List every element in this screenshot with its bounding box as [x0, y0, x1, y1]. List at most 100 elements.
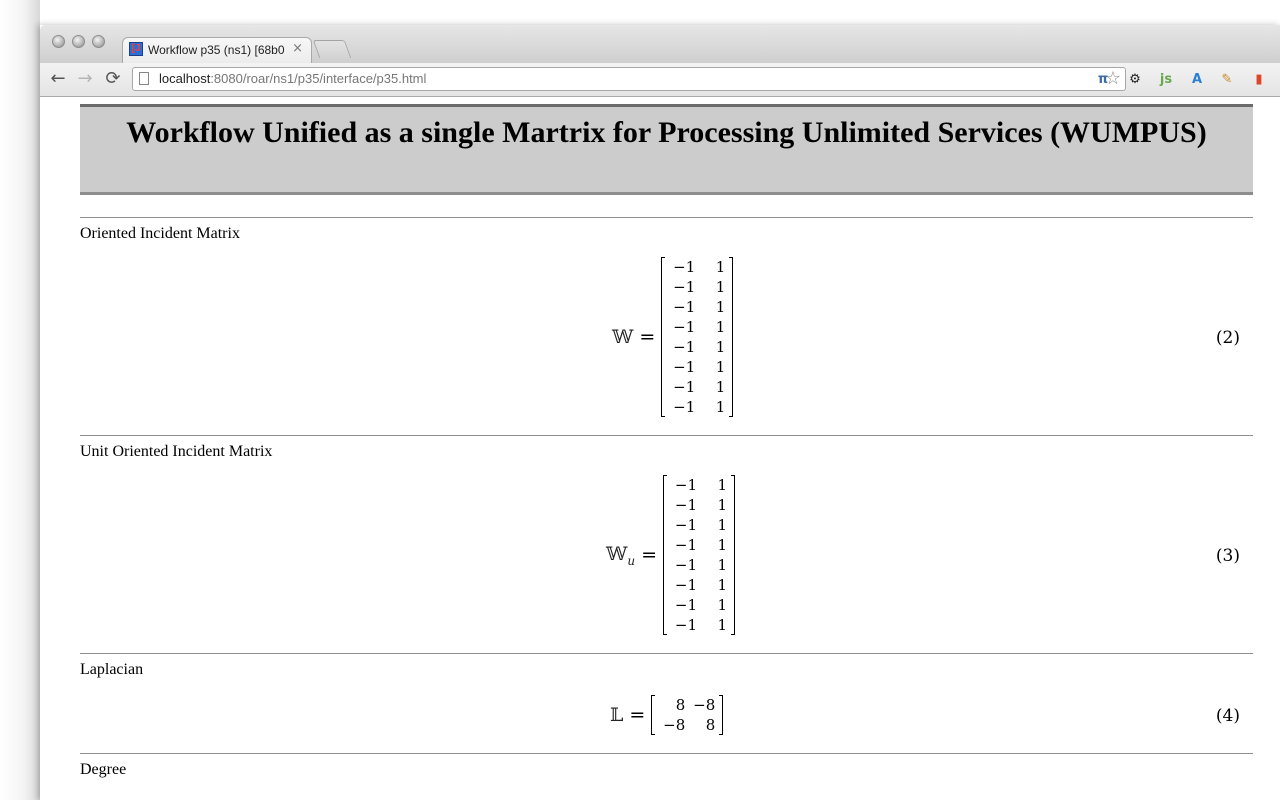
bookmark-extension-icon[interactable]: ▮	[1249, 70, 1269, 90]
translate-extension-icon[interactable]: A	[1187, 70, 1207, 90]
tab-title: Workflow p35 (ns1) [68b0	[148, 42, 288, 58]
equation: 𝕎u = −1 1 −1 1 −1 1 −1 1 −1 1 −1 1 −1 1 −1 1	[606, 475, 735, 635]
page-banner: Workflow Unified as a single Martrix for…	[80, 104, 1253, 195]
matrix-symbol: 𝕎	[612, 326, 633, 348]
matrix-cell: −1	[674, 476, 697, 494]
section-divider	[80, 217, 1253, 218]
matrix-cell: 8	[705, 716, 716, 734]
matrix: −1 1 −1 1 −1 1 −1 1 −1 1 −1 1 −1 1 −1 1	[661, 257, 734, 417]
matrix-row: −1 1	[671, 535, 727, 555]
section-divider	[80, 753, 1253, 754]
matrix-row: −1 1	[669, 317, 725, 337]
close-window-button[interactable]	[52, 35, 65, 48]
matrix-row: −1 1	[669, 277, 725, 297]
favicon-icon: [J	[129, 42, 143, 56]
matrix-symbol-letter: 𝕎	[606, 542, 628, 565]
section-label: Unit Oriented Incident Matrix	[80, 443, 273, 460]
url-text[interactable]: localhost:8080/roar/ns1/p35/interface/p3…	[159, 71, 426, 87]
forward-icon[interactable]: →	[74, 68, 96, 90]
matrix-cell: 1	[715, 398, 726, 416]
new-tab-button[interactable]	[312, 40, 352, 58]
matrix-cell: 1	[715, 258, 726, 276]
matrix-cell: −1	[674, 516, 697, 534]
section-label: Degree	[80, 761, 127, 778]
tab-strip: [J Workflow p35 (ns1) [68b0 ×	[40, 25, 1280, 63]
equation: 𝕎 = −1 1 −1 1 −1 1 −1 1 −1 1 −1 1 −1 1 −1 1	[612, 257, 734, 417]
matrix-row: −1 1	[671, 575, 727, 595]
matrix-cell: −1	[673, 338, 696, 356]
matrix-row: −1 1	[669, 297, 725, 317]
matrix-cell: 1	[715, 278, 726, 296]
matrix-symbol: 𝕃	[610, 704, 623, 726]
matrix-cell: 1	[717, 596, 727, 614]
matrix-cell: 1	[717, 556, 727, 574]
matrix-row: −1 1	[669, 397, 725, 417]
browser-tab[interactable]: [J Workflow p35 (ns1) [68b0 ×	[122, 37, 312, 63]
equation-number: (2)	[1215, 328, 1240, 348]
matrix-cell: 1	[715, 318, 726, 336]
matrix-row: −1 1	[669, 357, 725, 377]
page-icon	[139, 72, 149, 85]
toolbar: ← → ⟳ localhost:8080/roar/ns1/p35/interf…	[40, 63, 1280, 97]
back-icon[interactable]: ←	[47, 68, 69, 90]
equation-number: (4)	[1215, 706, 1240, 726]
matrix-cell: −1	[674, 596, 697, 614]
matrix-row: −1 1	[671, 495, 727, 515]
matrix-cell: 1	[715, 358, 726, 376]
matrix-symbol-letter: 𝕃	[610, 704, 624, 726]
matrix-cell: 1	[715, 378, 726, 396]
matrix-cell: −8	[663, 716, 686, 734]
matrix-row: −1 1	[671, 475, 727, 495]
reload-icon[interactable]: ⟳	[102, 68, 124, 90]
equals-sign: =	[639, 326, 656, 348]
js-extension-icon[interactable]: js	[1156, 70, 1176, 90]
equation-number: (3)	[1215, 546, 1240, 566]
matrix-row: 8 −8	[659, 695, 716, 715]
matrix-cell: 1	[715, 298, 726, 316]
address-bar[interactable]: localhost:8080/roar/ns1/p35/interface/p3…	[132, 67, 1126, 91]
pi-extension-icon[interactable]: π	[1093, 70, 1113, 90]
matrix-row: −1 1	[669, 377, 725, 397]
matrix-cell: 1	[717, 496, 727, 514]
settings-extension-icon[interactable]: ⚙	[1125, 70, 1145, 90]
matrix-cell: −1	[673, 318, 696, 336]
matrix-cell: −1	[673, 278, 696, 296]
matrix-cell: −1	[674, 556, 697, 574]
section-label: Oriented Incident Matrix	[80, 225, 240, 242]
matrix-symbol-letter: 𝕎	[612, 326, 634, 348]
matrix-cell: −1	[673, 378, 696, 396]
zoom-window-button[interactable]	[92, 35, 105, 48]
tab-title-text: Workflow p35 (ns1) [68b0	[148, 43, 285, 57]
matrix-cell: −1	[673, 258, 696, 276]
matrix-row: −1 1	[671, 615, 727, 635]
minimize-window-button[interactable]	[72, 35, 85, 48]
matrix-row: −1 1	[669, 257, 725, 277]
section-divider	[80, 653, 1253, 654]
colorpicker-extension-icon[interactable]: ✎	[1217, 70, 1237, 90]
section-label: Laplacian	[80, 661, 144, 678]
section-divider	[80, 435, 1253, 436]
matrix-cell: 8	[675, 696, 686, 714]
matrix-cell: 1	[717, 576, 727, 594]
matrix-cell: 1	[715, 338, 726, 356]
matrix-row: −1 1	[671, 515, 727, 535]
matrix-cell: 1	[717, 516, 727, 534]
matrix-cell: 1	[717, 536, 727, 554]
url-path: :8080/roar/ns1/p35/interface/p35.html	[210, 71, 427, 86]
matrix-symbol: 𝕎u	[606, 543, 635, 568]
url-host: localhost	[159, 71, 211, 86]
matrix-cell: −1	[674, 496, 697, 514]
matrix-subscript: u	[627, 553, 636, 568]
matrix-cell: −8	[693, 696, 716, 714]
tab-close-icon[interactable]: ×	[292, 41, 303, 56]
page-title: Workflow Unified as a single Martrix for…	[126, 116, 1207, 149]
matrix-row: −1 1	[671, 555, 727, 575]
matrix-cell: −1	[674, 616, 697, 634]
desktop-background	[0, 0, 40, 800]
matrix-cell: −1	[673, 398, 696, 416]
matrix-row: −8 8	[659, 715, 715, 735]
matrix-row: −1 1	[671, 595, 727, 615]
equals-sign: =	[629, 704, 646, 726]
matrix: −1 1 −1 1 −1 1 −1 1 −1 1 −1 1 −1 1 −1 1	[663, 475, 735, 635]
equation: 𝕃 = 8 −8 −8 8	[610, 695, 724, 735]
